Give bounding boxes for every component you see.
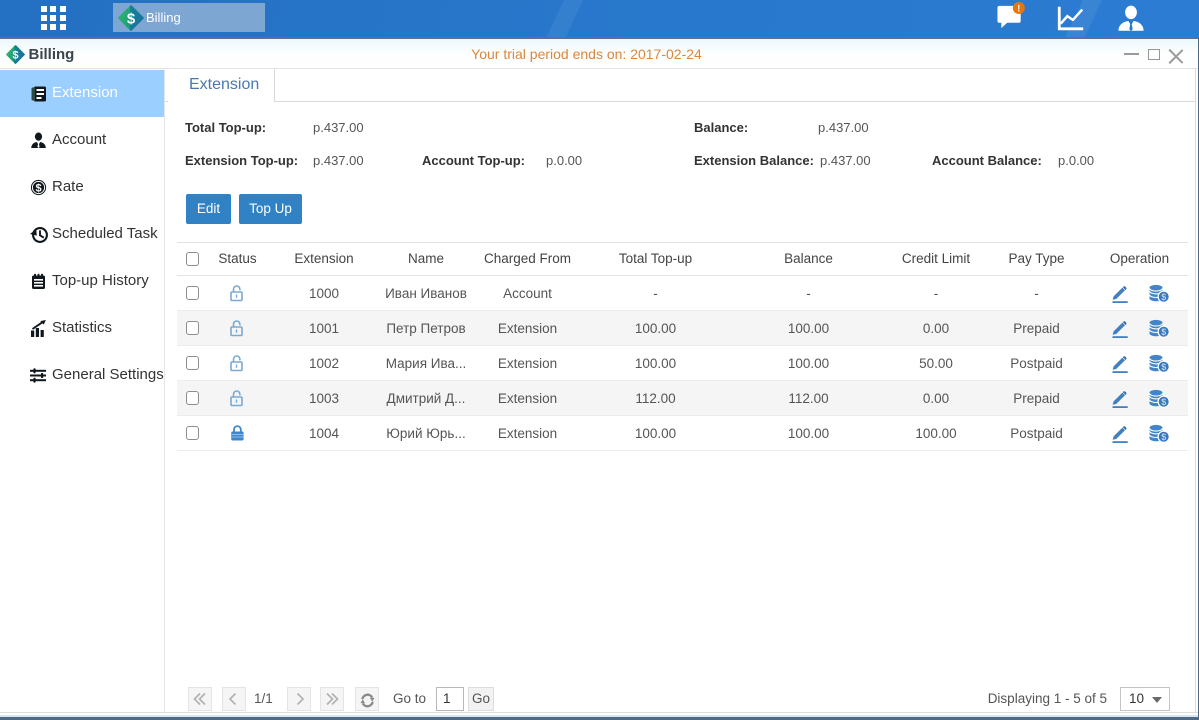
svg-text:$: $ (1161, 432, 1166, 442)
svg-text:$: $ (127, 10, 136, 27)
svg-text:$: $ (1161, 327, 1166, 337)
svg-text:!: ! (1017, 3, 1020, 13)
svg-text:$: $ (1161, 292, 1166, 302)
svg-text:$: $ (1161, 362, 1166, 372)
svg-text:$: $ (1161, 397, 1166, 407)
svg-text:$: $ (35, 182, 41, 194)
